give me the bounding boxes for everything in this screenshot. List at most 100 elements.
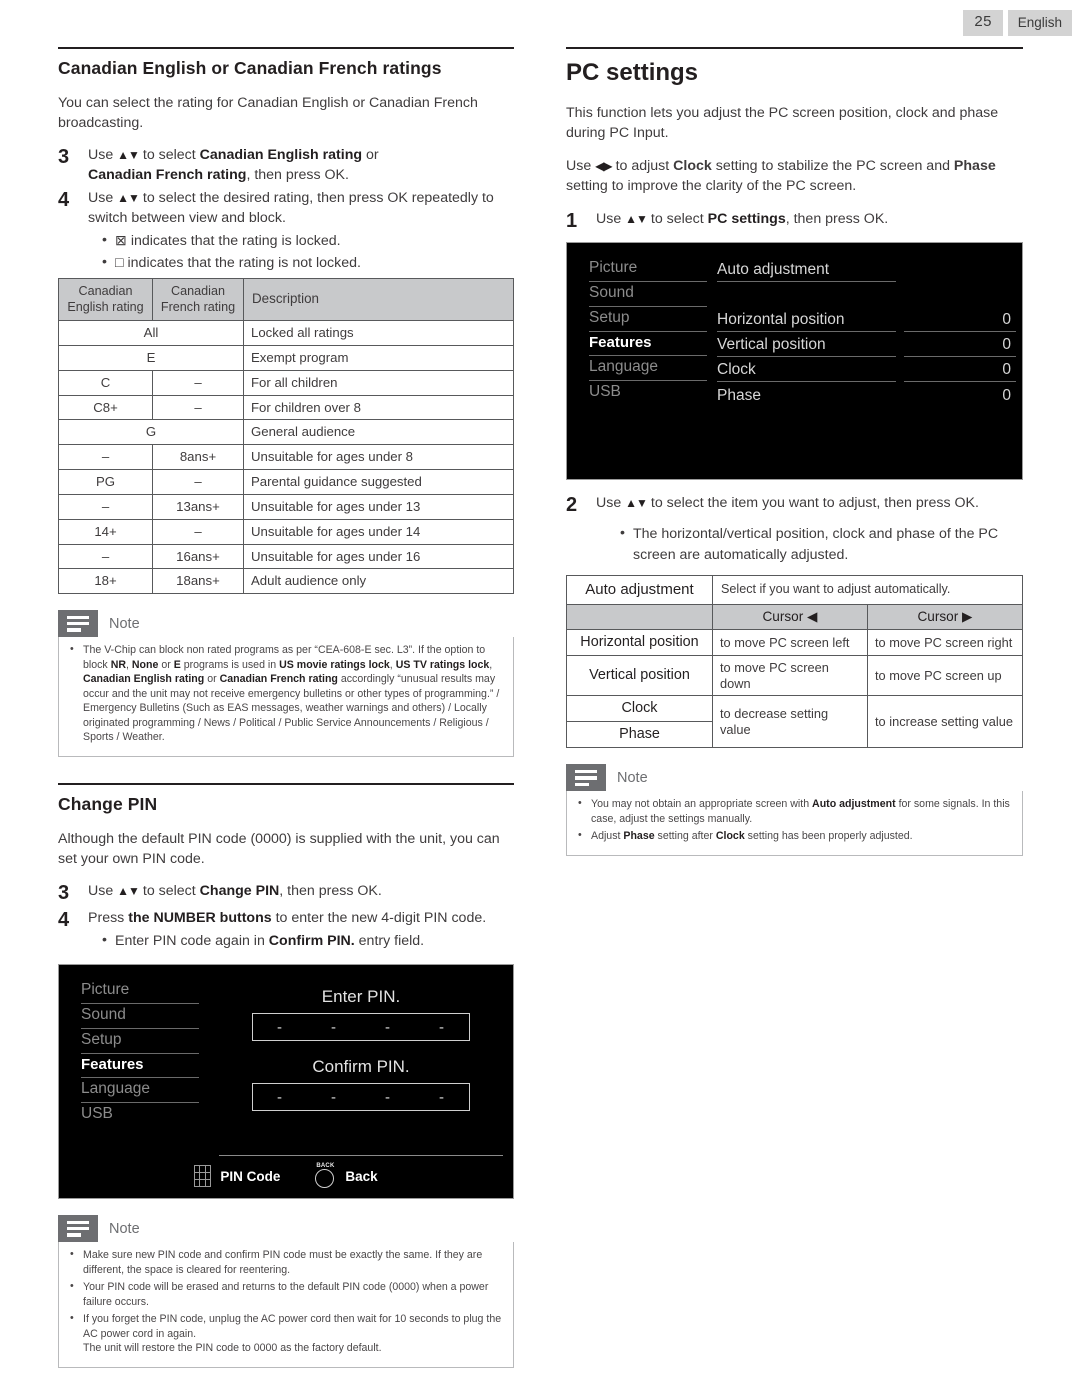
table-row: 14+ – Unsuitable for ages under 14 [58, 518, 514, 545]
osd-row-label: Horizontal position [717, 311, 896, 333]
osd-row-spacer [717, 282, 1016, 307]
table-row: E Exempt program [58, 344, 514, 371]
osd-menu-item-language[interactable]: Language [81, 1078, 199, 1104]
osd-menu-item-sound[interactable]: Sound [81, 1004, 199, 1030]
osd-menu-item-setup[interactable]: Setup [81, 1029, 199, 1055]
osd-row-label: Vertical position [717, 336, 896, 358]
note-item: Adjust Phase setting after Clock setting… [576, 828, 1013, 844]
cell-french-rating: – [152, 369, 244, 396]
cell-description: Adult audience only [243, 568, 514, 595]
osd-settings-rows[interactable]: Auto adjustment Horizontal position 0 Verti… [717, 257, 1016, 407]
col-header-cursor-left: Cursor ◀ [712, 603, 868, 630]
osd-menu-item-features[interactable]: Features [589, 332, 707, 357]
note-box-vchip: Note The V-Chip can block non rated prog… [58, 610, 514, 757]
osd-row-label: Phase [717, 386, 761, 404]
table-row: –16ans+ Unsuitable for ages under 16 [58, 543, 514, 570]
osd-menu-item-usb[interactable]: USB [589, 381, 707, 405]
enter-pin-label: Enter PIN. [321, 987, 401, 1007]
confirm-pin-field[interactable]: ---- [252, 1083, 470, 1112]
step-text: Use ▲▼ to select PC settings, then press… [596, 210, 889, 227]
footer-label: PIN Code [220, 1168, 281, 1184]
page-header-badges: 25 English [963, 10, 1072, 36]
note-box-pin: Note Make sure new PIN code and confirm … [58, 1215, 514, 1368]
pc-settings-osd-screen: Picture Sound Setup Features Language USB Aut… [566, 242, 1023, 481]
cell-french-rating: – [152, 518, 244, 545]
page-title-change-pin: Change PIN [58, 793, 158, 814]
step-3-canadian: 3 Use ▲▼ to select Canadian English rati… [58, 146, 514, 186]
note-item: You may not obtain an appropriate screen… [576, 796, 1013, 826]
step-text: Use ▲▼ to select the desired rating, the… [88, 189, 514, 274]
note-body: The V-Chip can block non rated programs … [58, 637, 514, 757]
page-title-canadian-ratings: Canadian English or Canadian French rati… [58, 58, 442, 78]
footer-label: Back [345, 1168, 378, 1184]
note-header: Note [58, 1215, 514, 1243]
back-button-icon: BACK [314, 1163, 336, 1189]
cell-description: Unsuitable for ages under 13 [243, 493, 514, 520]
cell-rating: E [58, 344, 244, 371]
cell-english-rating: 14+ [58, 518, 153, 545]
cell-auto-adjustment-desc: Select if you want to adjust automatical… [712, 574, 1023, 605]
osd-row-clock[interactable]: Clock 0 [717, 357, 1016, 383]
table-header-row-cursor: Cursor ◀ Cursor ▶ [566, 603, 1023, 630]
cell-item-clock: Clock [566, 694, 713, 723]
cell-cursor-right: to move PC screen right [867, 628, 1023, 657]
table-row: 18+ 18ans+ Adult audience only [58, 568, 514, 595]
note-box-pc-settings: Note You may not obtain an appropriate s… [566, 764, 1023, 856]
page-language: English [1007, 10, 1072, 36]
pin-digit: - [331, 1018, 337, 1036]
cell-french-rating: 18ans+ [152, 568, 244, 595]
osd-menu-item-setup[interactable]: Setup [589, 307, 707, 332]
osd-menu-item-features[interactable]: Features [81, 1054, 199, 1079]
page-title-pc-settings: PC settings [566, 59, 699, 86]
step-text-line: Use ▲▼ to select the item you want to ad… [596, 495, 979, 512]
osd-menu-item-picture[interactable]: Picture [81, 979, 199, 1005]
note-list: You may not obtain an appropriate screen… [576, 796, 1013, 844]
cell-description: For children over 8 [243, 394, 514, 421]
osd-menu-item-picture[interactable]: Picture [589, 257, 707, 283]
note-list: The V-Chip can block non rated programs … [68, 642, 504, 745]
cell-cursor-left: to move PC screen left [712, 628, 868, 657]
footer-pin-code[interactable]: PIN Code [194, 1165, 281, 1188]
pin-digit: - [385, 1018, 391, 1036]
osd-menu-pc[interactable]: Picture Sound Setup Features Language USB [589, 257, 707, 405]
note-title: Note [617, 769, 648, 786]
osd-row-label: Clock [717, 361, 896, 383]
table-row: Vertical position to move PC screen down… [566, 655, 1023, 696]
cell-description: Unsuitable for ages under 16 [243, 543, 514, 570]
step-text-line: Use ▲▼ to select the desired rating, the… [88, 190, 494, 226]
cell-english-rating: PG [58, 469, 153, 495]
step-4-change-pin: 4 Press the NUMBER buttons to enter the … [58, 909, 514, 953]
enter-pin-field[interactable]: ---- [252, 1013, 470, 1042]
col-header-english: Canadian English rating [58, 278, 153, 321]
osd-menu-item-sound[interactable]: Sound [589, 282, 707, 308]
left-column: Canadian English or Canadian French rati… [58, 47, 514, 1368]
step-text: Use ▲▼ to select Change PIN, then press … [88, 883, 382, 900]
cell-description: For all children [243, 369, 514, 396]
note-item: If you forget the PIN code, unplug the A… [68, 1311, 504, 1356]
osd-row-horizontal-position[interactable]: Horizontal position 0 [717, 307, 1016, 333]
step-1-pc-settings: 1 Use ▲▼ to select PC settings, then pre… [566, 210, 1023, 234]
osd-menu-item-language[interactable]: Language [589, 356, 707, 382]
table-row: All Locked all ratings [58, 320, 514, 346]
osd-menu-item-usb[interactable]: USB [81, 1103, 199, 1127]
section-rule-change-pin [58, 782, 514, 785]
osd-row-phase[interactable]: Phase 0 [717, 382, 1016, 407]
osd-row-auto-adjustment[interactable]: Auto adjustment [717, 257, 1016, 283]
cell-description: Parental guidance suggested [243, 469, 514, 495]
keypad-icon [194, 1165, 212, 1188]
osd-row-vertical-position[interactable]: Vertical position 0 [717, 332, 1016, 358]
note-list: Make sure new PIN code and confirm PIN c… [68, 1247, 504, 1356]
cell-cursor-left: to move PC screen down [712, 655, 868, 696]
footer-back[interactable]: BACK Back [314, 1163, 378, 1189]
canadian-ratings-table: Canadian English rating Canadian French … [58, 278, 514, 595]
col-header-description: Description [243, 278, 514, 321]
pin-osd-screen: Picture Sound Setup Features Language USB Ent… [58, 964, 514, 1200]
note-title: Note [109, 1220, 140, 1237]
section-rule-pc-settings [566, 47, 1023, 49]
note-title: Note [109, 615, 140, 632]
col-header-cursor-right: Cursor ▶ [867, 603, 1023, 630]
pc-settings-intro-1: This function lets you adjust the PC scr… [566, 105, 999, 142]
note-body: Make sure new PIN code and confirm PIN c… [58, 1242, 514, 1368]
osd-footer: PIN Code BACK Back [59, 1163, 513, 1189]
osd-menu-pin[interactable]: Picture Sound Setup Features Language USB [81, 979, 199, 1127]
